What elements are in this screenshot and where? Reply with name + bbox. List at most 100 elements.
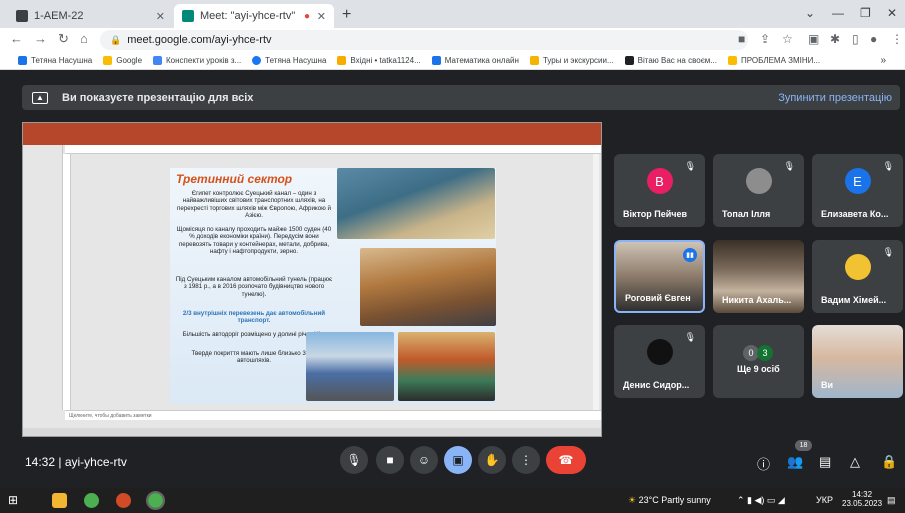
new-tab-button[interactable]: +	[342, 6, 351, 24]
stop-presenting-button[interactable]: Зупинити презентацію	[778, 92, 892, 104]
forward-button[interactable]: →	[34, 31, 47, 46]
bookmark-item[interactable]: Тетяна Насушна	[252, 56, 326, 65]
more-participants-tile[interactable]: 0 3 Ще 9 осіб	[713, 325, 804, 398]
raise-hand-button[interactable]: ✋	[478, 446, 506, 474]
bookmark-label: Вітаю Вас на своєм...	[637, 56, 717, 65]
slide-paragraph: Єгипет контролює Суецький канал – один з…	[177, 190, 331, 220]
decorated-truck-image	[398, 332, 495, 401]
window-close-button[interactable]: ✕	[887, 6, 897, 20]
slide-canvas[interactable]: Третинний сектор Єгипет контролює Суецьк…	[170, 168, 496, 404]
bookmark-item[interactable]: Google	[103, 56, 142, 65]
profile-avatar[interactable]: ●	[870, 32, 877, 46]
extension-icon[interactable]: ▣	[808, 32, 819, 46]
emoji-button[interactable]: ☺	[410, 446, 438, 474]
minimize-button[interactable]: —	[832, 6, 844, 20]
bookmark-item[interactable]: Тетяна Насушна	[18, 56, 92, 65]
host-controls-icon[interactable]: 🔒	[881, 454, 897, 470]
powerpoint-statusbar	[23, 428, 601, 436]
chrome-icon[interactable]	[84, 493, 99, 508]
clock-date: 23.05.2023	[842, 499, 883, 508]
participant-tile[interactable]: 🎙 Вадим Хімей...	[812, 240, 903, 313]
banner-text: Ви показуєте презентацію для всіх	[62, 91, 254, 104]
restore-button[interactable]: ❐	[860, 6, 871, 20]
address-bar[interactable]: 🔒 meet.google.com/ayi-yhce-rtv	[100, 30, 748, 50]
participant-name: Віктор Пейчев	[623, 209, 688, 219]
tab-classroom[interactable]: 1-АЕМ-22 ✕	[8, 4, 173, 28]
leave-call-button[interactable]: ☎	[546, 446, 586, 474]
bookmark-item[interactable]: Вітаю Вас на своєм...	[624, 56, 717, 65]
participant-tile[interactable]: 🎙 Денис Сидор...	[614, 325, 705, 398]
bookmark-icon	[727, 56, 737, 65]
bookmark-label: Конспекти уроків з...	[166, 56, 242, 65]
mic-off-icon: 🎙	[684, 161, 696, 171]
bookmark-item[interactable]: Вхідні • tatka1124...	[337, 56, 421, 65]
bookmark-item[interactable]: Математика онлайн	[431, 56, 519, 65]
powerpoint-ribbon	[23, 135, 601, 145]
tray-icons[interactable]: ⌃ ▮ ◀) ▭ ◢	[737, 495, 785, 506]
notes-field[interactable]: Щелкните, чтобы добавить заметки	[65, 410, 601, 420]
participant-name: Ви	[821, 380, 834, 390]
participant-name: Топал Ілля	[722, 209, 771, 219]
slide-thumbnails[interactable]	[23, 145, 63, 410]
more-vert-icon: ⋮	[520, 453, 532, 467]
present-icon: ▣	[452, 453, 464, 467]
puzzle-icon[interactable]: ✱	[830, 32, 840, 46]
windows-start-icon[interactable]: ⊞	[8, 493, 23, 508]
people-icon[interactable]: 👥	[787, 454, 803, 470]
activities-icon[interactable]: △	[850, 454, 860, 470]
present-button[interactable]: ▣	[444, 446, 472, 474]
sidebar-icon[interactable]: ▯	[852, 32, 859, 46]
participant-tile[interactable]: 🎙 E Елизавета Ко...	[812, 154, 903, 227]
participant-tile[interactable]: Никита Ахаль...	[713, 240, 804, 313]
more-options-button[interactable]: ⋮	[512, 446, 540, 474]
close-icon[interactable]: ✕	[317, 10, 326, 23]
facebook-icon	[252, 56, 262, 65]
bookmark-icon	[18, 56, 27, 65]
powerpoint-icon[interactable]	[116, 493, 131, 508]
bookmark-item[interactable]: ПРОБЛЕМА ЗМІНИ...	[727, 56, 820, 65]
clock[interactable]: 14:32 23.05.2023	[842, 490, 882, 508]
menu-icon[interactable]: ⋮	[891, 32, 903, 46]
back-button[interactable]: ←	[10, 31, 23, 46]
mic-off-icon: 🎙	[882, 247, 894, 257]
participant-name: Роговий Євген	[625, 293, 691, 303]
tab-meet[interactable]: Meet: "ayi-yhce-rtv" ● ✕	[174, 4, 334, 28]
chat-icon[interactable]: ▤	[819, 454, 831, 470]
reload-button[interactable]: ↻	[58, 31, 69, 47]
meeting-info: 14:32 | ayi-yhce-rtv	[25, 455, 127, 469]
chrome-icon[interactable]	[146, 491, 165, 510]
bookmark-label: Тетяна Насушна	[31, 56, 93, 65]
bookmarks-bar: Тетяна Насушна Google Конспекти уроків з…	[0, 52, 905, 70]
presentation-window: Третинний сектор Єгипет контролює Суецьк…	[22, 122, 602, 437]
weather-widget[interactable]: ☀ 23°C Partly sunny	[628, 495, 711, 506]
chevron-down-icon[interactable]: ⌄	[805, 6, 815, 20]
camera-icon: ■	[386, 453, 394, 467]
vertical-scrollbar[interactable]	[593, 154, 599, 410]
participant-tile[interactable]: 🎙 Топал Ілля	[713, 154, 804, 227]
participant-tile[interactable]: ▮▮ Роговий Євген	[614, 240, 705, 313]
more-bookmarks-button[interactable]: »	[880, 55, 886, 66]
bus-image	[306, 332, 394, 401]
star-icon[interactable]: ☆	[782, 32, 793, 46]
slide-paragraph: Під Суецьким каналом автомобільний тунел…	[175, 276, 333, 298]
bookmark-item[interactable]: Конспекти уроків з...	[153, 56, 241, 65]
horizontal-ruler	[65, 145, 601, 154]
home-button[interactable]: ⌂	[80, 31, 88, 46]
participant-tile[interactable]: 🎙 B Віктор Пейчев	[614, 154, 705, 227]
mic-off-icon: 🎙	[783, 161, 795, 171]
notification-icon[interactable]: ▤	[887, 495, 896, 506]
meet-icon	[182, 10, 194, 22]
camera-button[interactable]: ■	[376, 446, 404, 474]
bookmark-item[interactable]: Туры и экскурсии...	[529, 56, 614, 65]
language-indicator[interactable]: УКР	[816, 495, 833, 505]
mini-avatar: 3	[757, 345, 773, 361]
close-icon[interactable]: ✕	[156, 10, 165, 23]
self-video-tile[interactable]: Ви	[812, 325, 903, 398]
file-explorer-icon[interactable]	[52, 493, 67, 508]
mic-button[interactable]: 🎙	[340, 446, 368, 474]
camera-indicator-icon[interactable]: ■	[738, 32, 745, 46]
bookmark-icon	[153, 56, 163, 65]
info-icon[interactable]: ⓘ	[757, 454, 770, 473]
slide-title: Третинний сектор	[176, 172, 293, 186]
share-icon[interactable]: ⇪	[760, 32, 770, 46]
